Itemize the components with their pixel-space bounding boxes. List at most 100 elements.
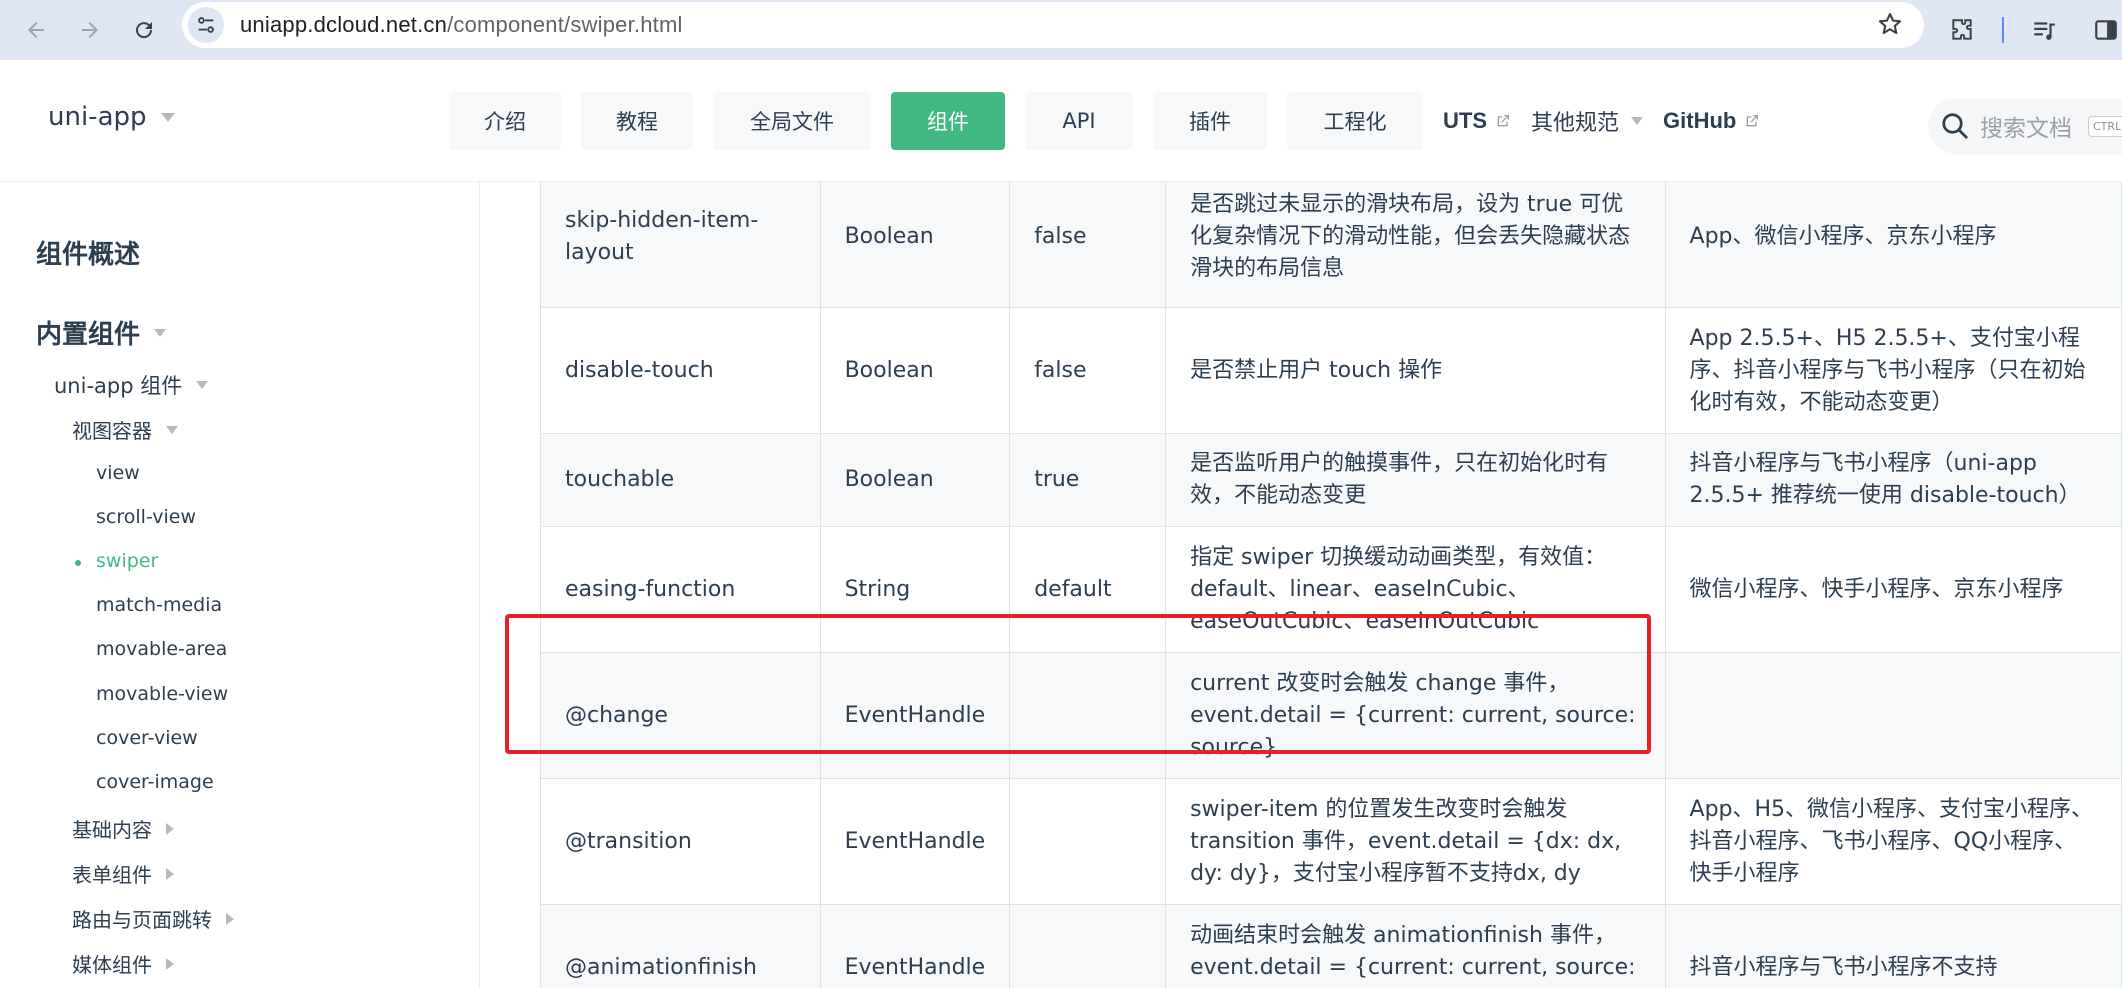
table-cell-name: skip-hidden-item-layout [540,182,821,308]
nav-plugins[interactable]: 插件 [1153,92,1267,150]
brand-dropdown[interactable]: uni-app [48,102,175,132]
table-cell-platform: 微信小程序、快手小程序、京东小程序 [1664,526,2122,653]
table-cell-platform: App、H5、微信小程序、支付宝小程序、抖音小程序、飞书小程序、QQ小程序、快手… [1664,778,2122,905]
sidebar-item-scroll-view[interactable]: scroll-view [96,506,196,528]
chevron-right-icon [166,822,174,835]
table-cell-platform: App 2.5.5+、H5 2.5.5+、支付宝小程序、抖音小程序与飞书小程序（… [1664,307,2122,434]
table-cell-type: Boolean [819,433,1011,527]
table-cell-default [1009,652,1167,779]
table-row: easing-function String default 指定 swiper… [540,526,2122,653]
table-cell-platform [1664,652,2122,779]
sidebar-item-view[interactable]: view [96,462,140,484]
sidebar-item-movable-area[interactable]: movable-area [96,638,227,660]
table-row: @transition EventHandle swiper-item 的位置发… [540,778,2122,905]
table-cell-default: false [1009,182,1167,308]
table-cell-default: default [1009,526,1167,653]
sidebar-item-basic[interactable]: 基础内容 [72,814,174,843]
sidebar-item-form[interactable]: 表单组件 [72,859,174,888]
back-button[interactable] [14,8,58,52]
github-link[interactable]: GitHub [1663,108,1760,134]
uts-link[interactable]: UTS [1443,108,1511,134]
url-host: uniapp.dcloud.net.cn [240,12,448,37]
side-panel-button[interactable] [2084,8,2122,52]
main-content: skip-hidden-item-layout Boolean false 是否… [481,182,2122,988]
chevron-right-icon [226,912,234,925]
sidebar-item-label: 路由与页面跳转 [72,908,212,932]
external-link-icon [1497,115,1509,127]
table-cell-default [1009,778,1167,905]
nav-global-files[interactable]: 全局文件 [713,92,871,150]
brand-label: uni-app [48,102,147,132]
nav-components[interactable]: 组件 [891,92,1005,150]
table-cell-name: touchable [540,433,821,527]
sidebar-item-overview[interactable]: 组件概述 [36,234,140,271]
uts-label: UTS [1443,108,1487,133]
sidebar-item-view-container[interactable]: 视图容器 [72,415,178,444]
sidebar-item-movable-view[interactable]: movable-view [96,683,228,705]
media-control-button[interactable] [2022,8,2066,52]
other-specs-dropdown[interactable]: 其他规范 [1531,105,1644,137]
chevron-right-icon [166,867,174,880]
sidebar-item-cover-view[interactable]: cover-view [96,727,198,749]
nav-engineering[interactable]: 工程化 [1287,92,1423,150]
search-shortcut-key: CTRL [2088,115,2122,137]
sidebar-item-label: 组件概述 [36,240,141,270]
top-nav: 介绍 教程 全局文件 组件 API 插件 工程化 UTS 其他规范 GitHub [449,92,1780,150]
chevron-down-icon [1631,117,1644,125]
table-cell-type: EventHandle [819,778,1011,905]
sidebar-item-media[interactable]: 媒体组件 [72,949,174,978]
external-link-icon [1747,115,1759,127]
sidebar-item-uniapp-components[interactable]: uni-app 组件 [54,370,209,400]
sidebar-item-label: 内置组件 [36,320,141,350]
search-input[interactable]: 搜索文档 CTRL [1928,98,2122,154]
sidebar-item-match-media[interactable]: match-media [96,594,222,616]
nav-api[interactable]: API [1025,92,1133,150]
table-cell-desc: current 改变时会触发 change 事件，event.detail = … [1165,652,1666,779]
table-cell-name: @change [540,652,821,779]
swiper-props-table: skip-hidden-item-layout Boolean false 是否… [540,182,2122,988]
address-bar[interactable]: uniapp.dcloud.net.cn/component/swiper.ht… [182,2,1924,48]
url-text: uniapp.dcloud.net.cn/component/swiper.ht… [240,12,683,38]
sidebar-item-builtin[interactable]: 内置组件 [36,314,167,351]
chevron-right-icon [166,957,174,970]
table-cell-default: true [1009,433,1167,527]
star-icon [1878,13,1902,35]
table-cell-type: String [819,526,1011,653]
sidebar-item-label: 基础内容 [72,818,152,842]
chevron-down-icon [166,425,178,434]
arrow-left-icon [28,22,44,38]
sidebar-item-label: uni-app 组件 [54,374,183,398]
search-icon [1942,113,1968,139]
table-cell-default: false [1009,307,1167,434]
side-panel-icon [2095,20,2117,40]
sidebar-item-label: 视图容器 [72,419,152,443]
reload-button[interactable] [122,8,166,52]
site-header: uni-app 介绍 教程 全局文件 组件 API 插件 工程化 UTS 其他规… [0,60,2122,182]
table-cell-desc: 是否跳过未显示的滑块布局，设为 true 可优化复杂情况下的滑动性能，但会丢失隐… [1165,182,1666,308]
table-cell-platform: 抖音小程序与飞书小程序（uni-app 2.5.5+ 推荐统一使用 disabl… [1664,433,2122,527]
sidebar-item-routing[interactable]: 路由与页面跳转 [72,904,234,933]
table-cell-platform: App、微信小程序、京东小程序 [1664,182,2122,308]
sidebar-item-swiper[interactable]: swiper [96,550,158,572]
table-cell-name: @animationfinish [540,904,821,988]
table-row: skip-hidden-item-layout Boolean false 是否… [540,182,2122,308]
table-row: touchable Boolean true 是否监听用户的触摸事件，只在初始化… [540,433,2122,527]
nav-tutorial[interactable]: 教程 [581,92,693,150]
chevron-down-icon [196,381,209,389]
table-cell-desc: 动画结束时会触发 animationfinish 事件，event.detail… [1165,904,1666,988]
table-row: @animationfinish EventHandle 动画结束时会触发 an… [540,904,2122,988]
sidebar-item-cover-image[interactable]: cover-image [96,771,214,793]
nav-intro[interactable]: 介绍 [449,92,561,150]
toolbar-divider [2002,17,2004,43]
chevron-down-icon [160,112,175,122]
table-cell-default [1009,904,1167,988]
search-placeholder: 搜索文档 [1980,116,2072,142]
bookmark-button[interactable] [1876,10,1904,42]
table-cell-desc: swiper-item 的位置发生改变时会触发 transition 事件，ev… [1165,778,1666,905]
table-cell-desc: 是否监听用户的触摸事件，只在初始化时有效，不能动态变更 [1165,433,1666,527]
sidebar-item-label: 媒体组件 [72,953,152,977]
extensions-button[interactable] [1940,8,1984,52]
site-info-icon[interactable] [188,7,224,43]
chevron-down-icon [154,328,167,337]
forward-button[interactable] [68,8,112,52]
